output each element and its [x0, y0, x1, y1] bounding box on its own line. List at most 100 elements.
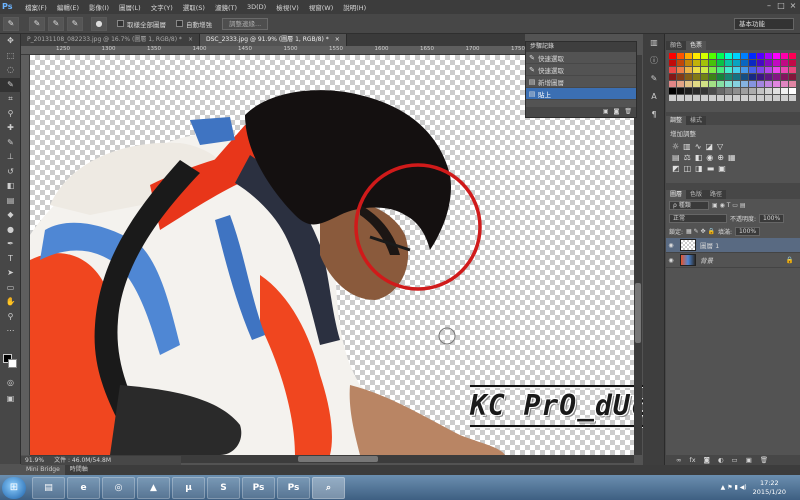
taskbar-app-icon[interactable]: ▲ — [137, 476, 170, 499]
add-to-selection-icon[interactable]: ✎ — [48, 16, 64, 31]
tab-mini-bridge[interactable]: Mini Bridge — [21, 465, 65, 475]
swatch[interactable] — [677, 95, 684, 101]
menu-type[interactable]: 文字(Y) — [146, 2, 178, 12]
maximize-button[interactable]: □ — [776, 1, 786, 11]
color-lookup-icon[interactable]: ▦ — [728, 153, 736, 162]
layer-kind-filter[interactable]: ρ 種類 — [669, 201, 709, 210]
blur-tool-icon[interactable]: ◆ — [0, 208, 21, 223]
swatch[interactable] — [725, 74, 732, 80]
tab-document-1-close-icon[interactable]: × — [188, 34, 193, 46]
menu-filter[interactable]: 濾鏡(T) — [210, 2, 242, 12]
sample-all-layers-box[interactable] — [117, 20, 124, 27]
swatch[interactable] — [773, 67, 780, 73]
healing-brush-icon[interactable]: ✚ — [0, 121, 21, 136]
swatch[interactable] — [765, 60, 772, 66]
swatch[interactable] — [685, 74, 692, 80]
clock[interactable]: 17:22 2015/1/20 — [753, 479, 786, 497]
shape-tool-icon[interactable]: ▭ — [0, 281, 21, 296]
hue-saturation-icon[interactable]: ▤ — [672, 153, 680, 162]
zoom-tool-icon[interactable]: ⚲ — [0, 310, 21, 325]
tab-adjustments[interactable]: 調整 — [666, 116, 687, 125]
swatch[interactable] — [781, 60, 788, 66]
snapshot-icon[interactable]: ◙ — [614, 107, 620, 117]
swatch[interactable] — [773, 88, 780, 94]
swatch[interactable] — [749, 67, 756, 73]
taskbar-utorrent-icon[interactable]: µ — [172, 476, 205, 499]
menu-layer[interactable]: 圖層(L) — [114, 2, 146, 12]
tab-swatches[interactable]: 色票 — [686, 41, 707, 50]
subtract-from-selection-icon[interactable]: ✎ — [67, 16, 83, 31]
history-item[interactable]: ▤ 新增圖層 — [526, 76, 636, 88]
swatch[interactable] — [725, 88, 732, 94]
swatch[interactable] — [677, 67, 684, 73]
menu-3d[interactable]: 3D(D) — [242, 3, 271, 11]
swatch[interactable] — [701, 60, 708, 66]
swatch[interactable] — [701, 74, 708, 80]
layer-row[interactable]: ◉ 圖層 1 — [666, 238, 800, 253]
swatch[interactable] — [709, 53, 716, 59]
swatch[interactable] — [725, 53, 732, 59]
swatch[interactable] — [789, 81, 796, 87]
swatch[interactable] — [789, 88, 796, 94]
swatch[interactable] — [749, 88, 756, 94]
taskbar-explorer-icon[interactable]: ▤ — [32, 476, 65, 499]
posterize-icon[interactable]: ◫ — [684, 164, 692, 173]
workspace-select[interactable]: 基本功能 — [734, 18, 794, 30]
swatch[interactable] — [773, 95, 780, 101]
swatch[interactable] — [669, 67, 676, 73]
tray-icons[interactable]: ▲ ⚑ ▮ ◀) — [721, 484, 747, 491]
auto-enhance-checkbox[interactable]: 自動增強 — [176, 19, 212, 29]
threshold-icon[interactable]: ◨ — [695, 164, 703, 173]
tab-paths[interactable]: 路徑 — [706, 190, 727, 199]
start-button[interactable]: ⊞ — [2, 476, 26, 499]
swatch[interactable] — [693, 88, 700, 94]
sample-all-layers-checkbox[interactable]: 取樣全部圖層 — [117, 19, 166, 29]
clone-stamp-icon[interactable]: ⊥ — [0, 150, 21, 165]
swatch[interactable] — [701, 81, 708, 87]
swatch[interactable] — [717, 67, 724, 73]
swatch[interactable] — [765, 74, 772, 80]
blend-mode-select[interactable]: 正常 — [669, 214, 727, 223]
swatch[interactable] — [733, 67, 740, 73]
exposure-icon[interactable]: ◪ — [705, 142, 713, 151]
swatch[interactable] — [701, 67, 708, 73]
path-selection-icon[interactable]: ➤ — [0, 266, 21, 281]
minimize-button[interactable]: – — [764, 1, 774, 11]
swatch[interactable] — [709, 88, 716, 94]
swatch[interactable] — [693, 67, 700, 73]
character-panel-icon[interactable]: A — [643, 88, 665, 106]
quick-selection-tool-icon[interactable]: ✎ — [3, 16, 19, 31]
menu-image[interactable]: 影像(I) — [84, 2, 114, 12]
lasso-tool-icon[interactable]: ◌ — [0, 63, 21, 78]
layer-row[interactable]: ◉ 背景 🔒 — [666, 253, 800, 268]
swatch[interactable] — [757, 95, 764, 101]
trash-icon[interactable]: 🗑 — [624, 107, 632, 117]
vibrance-icon[interactable]: ▽ — [717, 142, 723, 151]
swatch[interactable] — [669, 88, 676, 94]
selective-color-icon[interactable]: ▣ — [718, 164, 726, 173]
swatch[interactable] — [733, 81, 740, 87]
quick-selection-tool-icon[interactable]: ✎ — [0, 77, 21, 92]
brush-panel-icon[interactable]: ✎ — [643, 70, 665, 88]
eraser-tool-icon[interactable]: ◧ — [0, 179, 21, 194]
trash-icon[interactable]: 🗑 — [760, 455, 768, 465]
menu-file[interactable]: 檔案(F) — [20, 2, 52, 12]
adjustment-layer-icon[interactable]: ◐ — [718, 455, 724, 465]
menu-help[interactable]: 說明(H) — [338, 2, 371, 12]
new-selection-icon[interactable]: ✎ — [29, 16, 45, 31]
swatch[interactable] — [773, 53, 780, 59]
tab-timeline[interactable]: 時間軸 — [65, 465, 93, 475]
brush-size-icon[interactable]: ● — [91, 16, 107, 31]
swatch[interactable] — [709, 81, 716, 87]
swatch[interactable] — [685, 95, 692, 101]
layer-mask-icon[interactable]: ◙ — [704, 455, 710, 465]
brush-tool-icon[interactable]: ✎ — [0, 136, 21, 151]
swatch[interactable] — [765, 53, 772, 59]
swatch[interactable] — [693, 95, 700, 101]
visibility-eye-icon[interactable]: ◉ — [666, 242, 676, 249]
swatch[interactable] — [765, 67, 772, 73]
menu-window[interactable]: 視窗(W) — [304, 2, 339, 12]
tab-document-1[interactable]: P_20131108_082233.jpg @ 16.7% (圖層 1, RGB… — [21, 34, 200, 46]
opacity-input[interactable]: 100% — [759, 214, 785, 223]
swatch[interactable] — [701, 88, 708, 94]
